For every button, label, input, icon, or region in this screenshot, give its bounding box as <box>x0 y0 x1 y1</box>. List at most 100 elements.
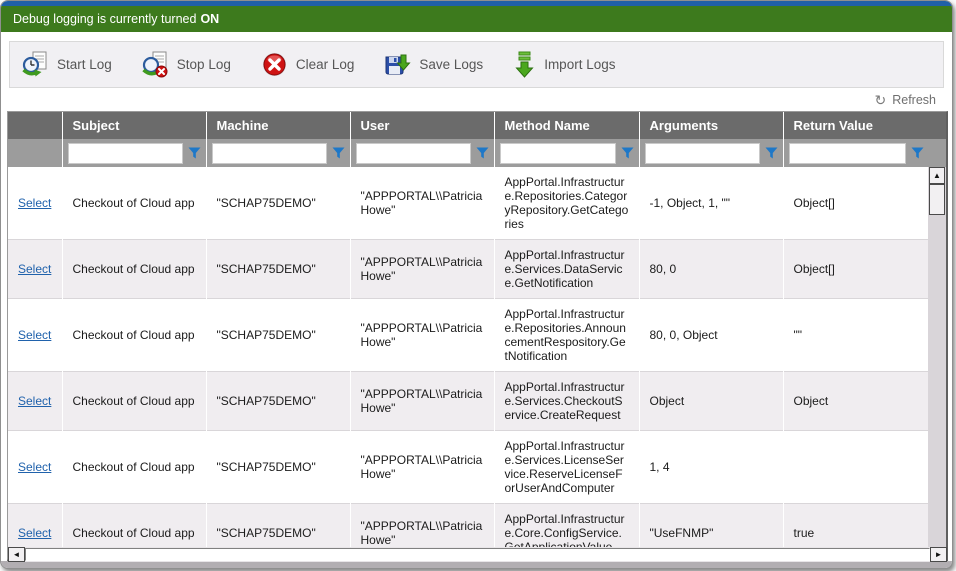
header-user[interactable]: User <box>350 112 494 139</box>
method-name-cell: AppPortal.Infrastructure.Services.Checko… <box>494 372 639 431</box>
select-link[interactable]: Select <box>18 460 51 474</box>
header-method-name[interactable]: Method Name <box>494 112 639 139</box>
arguments-cell: 1, 4 <box>639 431 783 504</box>
subject-cell: Checkout of Cloud app <box>62 240 206 299</box>
header-select <box>8 112 62 139</box>
machine-cell: "SCHAP75DEMO" <box>206 167 350 240</box>
save-logs-label: Save Logs <box>419 57 483 72</box>
user-cell: "APPPORTAL\\PatriciaHowe" <box>350 431 494 504</box>
horizontal-scrollbar[interactable]: ◄ ► <box>8 547 947 562</box>
filter-input-method-name[interactable] <box>500 143 616 164</box>
log-grid: Subject Machine User Method Name Argumen… <box>7 111 948 561</box>
header-subject[interactable]: Subject <box>62 112 206 139</box>
debug-log-window: Debug logging is currently turned ON <box>0 0 953 569</box>
filter-funnel-icon[interactable] <box>332 147 345 159</box>
debug-status-banner: Debug logging is currently turned ON <box>1 6 952 32</box>
scroll-right-button[interactable]: ► <box>930 547 947 562</box>
machine-cell: "SCHAP75DEMO" <box>206 504 350 548</box>
user-cell: "APPPORTAL\\PatriciaHowe" <box>350 372 494 431</box>
machine-cell: "SCHAP75DEMO" <box>206 240 350 299</box>
filter-input-return-value[interactable] <box>789 143 907 164</box>
user-cell: "APPPORTAL\\PatriciaHowe" <box>350 299 494 372</box>
table-row: Select Checkout of Cloud app "SCHAP75DEM… <box>8 240 929 299</box>
start-log-button[interactable]: Start Log <box>22 51 112 78</box>
select-link[interactable]: Select <box>18 262 51 276</box>
subject-cell: Checkout of Cloud app <box>62 431 206 504</box>
grid-header-row: Subject Machine User Method Name Argumen… <box>8 112 929 139</box>
method-name-cell: AppPortal.Infrastructure.Repositories.Ca… <box>494 167 639 240</box>
scroll-up-button[interactable]: ▲ <box>929 167 945 184</box>
table-row: Select Checkout of Cloud app "SCHAP75DEM… <box>8 431 929 504</box>
grid-header-table: Subject Machine User Method Name Argumen… <box>8 112 929 167</box>
filter-funnel-icon[interactable] <box>188 147 201 159</box>
grid-body: Select Checkout of Cloud app "SCHAP75DEM… <box>8 167 929 547</box>
method-name-cell: AppPortal.Infrastructure.Repositories.An… <box>494 299 639 372</box>
select-link[interactable]: Select <box>18 526 51 540</box>
select-link[interactable]: Select <box>18 196 51 210</box>
arguments-cell: 80, 0, Object <box>639 299 783 372</box>
method-name-cell: AppPortal.Infrastructure.Services.Licens… <box>494 431 639 504</box>
clear-log-button[interactable]: Clear Log <box>261 51 355 78</box>
import-logs-icon <box>513 51 536 78</box>
grid-filter-row <box>8 139 929 167</box>
return-value-cell: Object[] <box>783 240 929 299</box>
clear-log-label: Clear Log <box>296 57 355 72</box>
grid-body-viewport: Select Checkout of Cloud app "SCHAP75DEM… <box>8 167 929 547</box>
window-bottom-border <box>1 561 952 569</box>
scroll-left-button[interactable]: ◄ <box>8 547 25 562</box>
filter-input-arguments[interactable] <box>645 143 760 164</box>
start-log-icon <box>22 51 49 78</box>
import-logs-label: Import Logs <box>544 57 615 72</box>
filter-funnel-icon[interactable] <box>621 147 634 159</box>
stop-log-button[interactable]: Stop Log <box>142 51 231 78</box>
stop-log-label: Stop Log <box>177 57 231 72</box>
user-cell: "APPPORTAL\\PatriciaHowe" <box>350 167 494 240</box>
filter-input-machine[interactable] <box>212 143 327 164</box>
return-value-cell <box>783 431 929 504</box>
method-name-cell: AppPortal.Infrastructure.Core.ConfigServ… <box>494 504 639 548</box>
machine-cell: "SCHAP75DEMO" <box>206 372 350 431</box>
arguments-cell: 80, 0 <box>639 240 783 299</box>
header-arguments[interactable]: Arguments <box>639 112 783 139</box>
method-name-cell: AppPortal.Infrastructure.Services.DataSe… <box>494 240 639 299</box>
user-cell: "APPPORTAL\\PatriciaHowe" <box>350 504 494 548</box>
stop-log-icon <box>142 51 169 78</box>
horizontal-scroll-track[interactable] <box>25 548 930 561</box>
filter-input-subject[interactable] <box>68 143 183 164</box>
save-logs-button[interactable]: Save Logs <box>384 51 483 78</box>
vertical-scroll-thumb[interactable] <box>929 184 945 215</box>
subject-cell: Checkout of Cloud app <box>62 299 206 372</box>
banner-message: Debug logging is currently turned <box>13 12 196 26</box>
return-value-cell: "" <box>783 299 929 372</box>
select-link[interactable]: Select <box>18 394 51 408</box>
table-row: Select Checkout of Cloud app "SCHAP75DEM… <box>8 504 929 548</box>
filter-funnel-icon[interactable] <box>765 147 778 159</box>
filter-cell-empty <box>8 139 62 167</box>
table-row: Select Checkout of Cloud app "SCHAP75DEM… <box>8 299 929 372</box>
arguments-cell: Object <box>639 372 783 431</box>
subject-cell: Checkout of Cloud app <box>62 504 206 548</box>
vertical-scrollbar[interactable]: ▲ <box>928 167 946 547</box>
toolbar-container: Start Log Stop Log <box>1 32 952 88</box>
scrollbar-filter-corner <box>928 139 946 167</box>
clear-log-icon <box>261 51 288 78</box>
refresh-link[interactable]: Refresh <box>892 93 936 107</box>
banner-status: ON <box>200 12 219 26</box>
refresh-icon: ↻ <box>874 93 886 107</box>
filter-input-user[interactable] <box>356 143 471 164</box>
scrollbar-header-corner <box>928 112 946 139</box>
return-value-cell: true <box>783 504 929 548</box>
user-cell: "APPPORTAL\\PatriciaHowe" <box>350 240 494 299</box>
header-machine[interactable]: Machine <box>206 112 350 139</box>
import-logs-button[interactable]: Import Logs <box>513 51 615 78</box>
header-return-value[interactable]: Return Value <box>783 112 929 139</box>
filter-funnel-icon[interactable] <box>911 147 924 159</box>
select-link[interactable]: Select <box>18 328 51 342</box>
filter-funnel-icon[interactable] <box>476 147 489 159</box>
refresh-bar: ↻ Refresh <box>1 88 952 111</box>
arguments-cell: "UseFNMP" <box>639 504 783 548</box>
save-logs-icon <box>384 51 411 78</box>
log-toolbar: Start Log Stop Log <box>9 41 944 88</box>
subject-cell: Checkout of Cloud app <box>62 167 206 240</box>
grid-body-table: Select Checkout of Cloud app "SCHAP75DEM… <box>8 167 929 547</box>
